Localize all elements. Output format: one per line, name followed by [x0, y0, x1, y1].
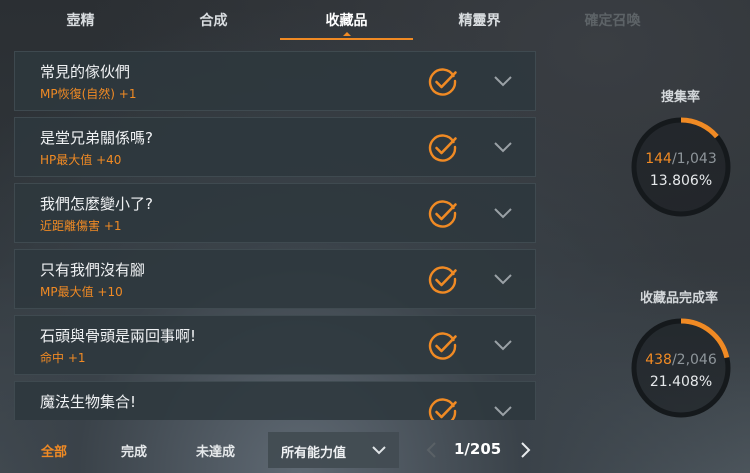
gather-percent: 13.806%: [649, 173, 713, 189]
chevron-down-icon[interactable]: [493, 337, 513, 353]
check-circle-icon[interactable]: [428, 67, 458, 97]
gather-rate-label: 搜集率: [661, 90, 701, 105]
filter-completed[interactable]: 完成: [121, 441, 147, 460]
completion-rate-label: 收藏品完成率: [640, 291, 719, 306]
collection-title: 我們怎麼變小了?: [40, 195, 153, 213]
bottom-bar: 全部 完成 未達成 所有能力值 1/205: [0, 428, 750, 473]
list-item[interactable]: 我們怎麼變小了? 近距離傷害 +1: [14, 183, 536, 243]
gather-rate-ring: [631, 117, 731, 217]
chevron-right-icon[interactable]: [520, 441, 532, 459]
list-item[interactable]: 只有我們沒有腳 MP最大值 +10: [14, 249, 536, 309]
check-circle-icon[interactable]: [428, 331, 458, 361]
completion-percent: 21.408%: [649, 374, 713, 390]
collection-bonus: MP最大值 +10: [40, 285, 123, 299]
tab-synthesis[interactable]: 合成: [147, 0, 280, 40]
completion-total: 2,046: [676, 352, 717, 368]
chevron-down-icon[interactable]: [493, 403, 513, 419]
tab-confirm-summon[interactable]: 確定召喚: [546, 0, 679, 40]
tab-collections[interactable]: 收藏品: [280, 0, 413, 40]
list-item[interactable]: 石頭與骨頭是兩回事啊! 命中 +1: [14, 315, 536, 375]
completion-count: 438/2,046: [645, 352, 717, 368]
chevron-down-icon: [372, 446, 386, 455]
collection-bonus: 命中 +1: [40, 351, 86, 365]
collection-title: 只有我們沒有腳: [40, 261, 146, 279]
collection-title: 常見的傢伙們: [40, 63, 131, 81]
completion-current: 438: [645, 352, 672, 368]
check-circle-icon[interactable]: [428, 199, 458, 229]
page-indicator: 1/205: [454, 440, 502, 458]
filter-incomplete[interactable]: 未達成: [196, 441, 235, 460]
collection-title: 魔法生物集合!: [40, 393, 137, 411]
gather-current: 144: [645, 151, 672, 167]
collection-bonus: HP最大值 +40: [40, 153, 122, 167]
chevron-down-icon[interactable]: [493, 271, 513, 287]
check-circle-icon[interactable]: [428, 265, 458, 295]
list-item[interactable]: 是堂兄弟關係嗎? HP最大值 +40: [14, 117, 536, 177]
collection-title: 是堂兄弟關係嗎?: [40, 129, 153, 147]
completion-rate-ring: [631, 318, 731, 418]
chevron-down-icon[interactable]: [493, 205, 513, 221]
chevron-left-icon[interactable]: [425, 441, 437, 459]
list-item[interactable]: 常見的傢伙們 MP恢復(自然) +1: [14, 51, 536, 111]
collection-title: 石頭與骨頭是兩回事啊!: [40, 327, 197, 345]
tab-spirit-realm[interactable]: 精靈界: [413, 0, 546, 40]
stat-filter-dropdown[interactable]: 所有能力值: [268, 432, 399, 468]
gather-count: 144/1,043: [645, 151, 717, 167]
top-tab-bar: 壺精 合成 收藏品 精靈界 確定召喚: [0, 0, 750, 40]
filter-all[interactable]: 全部: [41, 441, 67, 460]
check-circle-icon[interactable]: [428, 133, 458, 163]
collection-bonus: MP恢復(自然) +1: [40, 87, 137, 101]
check-circle-icon[interactable]: [428, 397, 458, 420]
gather-total: 1,043: [676, 151, 717, 167]
chevron-down-icon[interactable]: [493, 139, 513, 155]
tab-pot-spirit[interactable]: 壺精: [14, 0, 147, 40]
dropdown-label: 所有能力值: [281, 446, 347, 461]
list-item[interactable]: 魔法生物集合!: [14, 381, 536, 420]
chevron-down-icon[interactable]: [493, 73, 513, 89]
collection-list[interactable]: 常見的傢伙們 MP恢復(自然) +1 是堂兄弟關係嗎? HP最大值 +40 我們…: [14, 51, 536, 420]
collection-bonus: 近距離傷害 +1: [40, 219, 122, 233]
